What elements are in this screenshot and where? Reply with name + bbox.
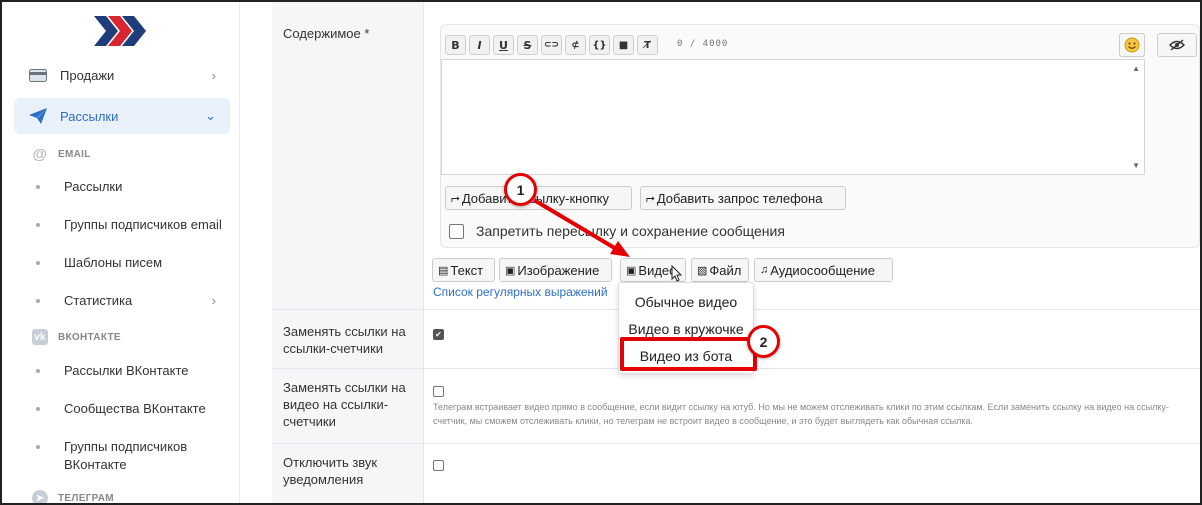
media-text-button[interactable]: ▤ Текст	[432, 258, 495, 282]
chevron-right-icon: ›	[211, 67, 216, 83]
vk-icon: vk	[32, 329, 48, 345]
video-file-icon: ▣	[626, 264, 637, 277]
add-icon: ⮣	[451, 191, 460, 204]
logo-icon	[94, 16, 146, 46]
media-audio-button[interactable]: ♫ Аудиосообщение	[754, 258, 893, 282]
code-button[interactable]: {}	[589, 35, 610, 55]
image-icon: ▣	[505, 264, 516, 277]
telegram-icon: ➤	[32, 490, 48, 505]
mute-checkbox[interactable]	[433, 460, 444, 471]
unlink-button[interactable]: ⊄	[565, 35, 586, 55]
emoji-icon	[1124, 37, 1140, 53]
preview-toggle-button[interactable]	[1157, 33, 1197, 57]
add-link-button[interactable]: ⮣ Добавить ссылку-кнопку	[445, 186, 632, 210]
add-icon: ⮣	[646, 191, 655, 204]
sidebar-subitem-email-templates[interactable]: Шаблоны писем	[36, 254, 230, 272]
checkbox[interactable]	[449, 223, 464, 239]
sidebar-item-label: Рассылки	[60, 108, 119, 124]
sidebar-item-sales[interactable]: Продажи ›	[14, 57, 230, 93]
section-header-telegram: ➤ ТЕЛЕГРАМ	[32, 490, 114, 505]
emoji-button[interactable]	[1119, 33, 1145, 57]
chevron-down-icon: ⌄	[205, 108, 216, 123]
main-form: Содержимое * B I U S ⊂⊃ ⊄ {} ■ T̸ 0 / 40…	[272, 2, 1200, 503]
strikethrough-button[interactable]: S	[517, 35, 538, 55]
replace-links-label: Заменять ссылки на ссылки-счетчики	[283, 324, 406, 356]
forbid-forward-checkbox[interactable]: Запретить пересылку и сохранение сообщен…	[449, 223, 785, 239]
replace-video-checkbox[interactable]	[433, 386, 444, 397]
sidebar-subitem-email-groups[interactable]: Группы подписчиков email	[36, 216, 230, 234]
sidebar-subitem-vk-groups[interactable]: Группы подписчиков ВКонтакте	[36, 438, 206, 474]
sidebar-item-mailings[interactable]: Рассылки ⌄	[14, 98, 230, 134]
replace-video-hint: Телеграм встраивает видео прямо в сообще…	[433, 402, 1169, 426]
video-option-circle[interactable]: Видео в кружочке	[619, 317, 753, 341]
char-counter: 0 / 4000	[677, 39, 729, 49]
at-sign-icon: @	[32, 145, 48, 163]
bullet-icon	[36, 369, 40, 373]
sidebar-item-label: Продажи	[60, 67, 115, 83]
clear-format-button[interactable]: T̸	[637, 35, 658, 55]
sidebar-subitem-email-mailings[interactable]: Рассылки	[36, 178, 230, 196]
step-badge-2: 2	[747, 325, 780, 358]
bullet-icon	[36, 407, 40, 411]
underline-button[interactable]: U	[493, 35, 514, 55]
media-image-button[interactable]: ▣ Изображение	[499, 258, 612, 282]
replace-links-checkbox[interactable]: ✔	[433, 329, 444, 340]
video-option-regular[interactable]: Обычное видео	[619, 290, 753, 314]
step-badge-1: 1	[504, 173, 537, 206]
section-header-email: @ EMAIL	[32, 145, 91, 163]
spoiler-button[interactable]: ■	[613, 35, 634, 55]
video-option-from-bot[interactable]: Видео из бота	[619, 344, 753, 368]
italic-button[interactable]: I	[469, 35, 490, 55]
video-type-dropdown: Обычное видео Видео в кружочке Видео из …	[618, 282, 754, 374]
media-video-button[interactable]: ▣ Видео	[620, 258, 686, 282]
eye-off-icon	[1169, 39, 1185, 51]
sidebar-subitem-vk-mailings[interactable]: Рассылки ВКонтакте	[36, 362, 230, 380]
mute-label: Отключить звук уведомления	[283, 455, 378, 487]
bullet-icon	[36, 261, 40, 265]
wallet-icon	[28, 68, 48, 82]
sidebar: Продажи › Рассылки ⌄ @ EMAIL Рассылки Гр…	[2, 2, 240, 505]
message-editor: B I U S ⊂⊃ ⊄ {} ■ T̸ 0 / 4000 ▲ ▼ ⮣ Доба…	[440, 24, 1200, 248]
section-header-vk: vk ВКОНТАКТЕ	[32, 329, 121, 345]
scroll-down-icon[interactable]: ▼	[1132, 161, 1140, 170]
media-file-button[interactable]: ▧ Файл	[691, 258, 749, 282]
bold-button[interactable]: B	[445, 35, 466, 55]
music-note-icon: ♫	[760, 264, 769, 276]
text-icon: ▤	[438, 264, 449, 277]
bullet-icon	[36, 299, 40, 303]
bullet-icon	[36, 185, 40, 189]
message-textarea[interactable]: ▲ ▼	[441, 59, 1145, 175]
chevron-right-icon: ›	[211, 293, 216, 308]
sidebar-subitem-vk-communities[interactable]: Сообщества ВКонтакте	[36, 400, 230, 418]
bullet-icon	[36, 445, 40, 449]
scroll-up-icon[interactable]: ▲	[1132, 64, 1140, 73]
add-phone-request-button[interactable]: ⮣ Добавить запрос телефона	[640, 186, 846, 210]
file-icon: ▧	[697, 264, 708, 277]
replace-video-label: Заменять ссылки на видео на ссылки-счетч…	[283, 380, 406, 429]
sidebar-subitem-email-stats[interactable]: Статистика ›	[36, 292, 230, 310]
bullet-icon	[36, 223, 40, 227]
regex-list-link[interactable]: Список регулярных выражений	[433, 285, 608, 299]
link-button[interactable]: ⊂⊃	[541, 35, 562, 55]
row-divider	[272, 443, 1200, 444]
paper-plane-icon	[28, 108, 48, 124]
content-label: Содержимое *	[283, 26, 370, 41]
